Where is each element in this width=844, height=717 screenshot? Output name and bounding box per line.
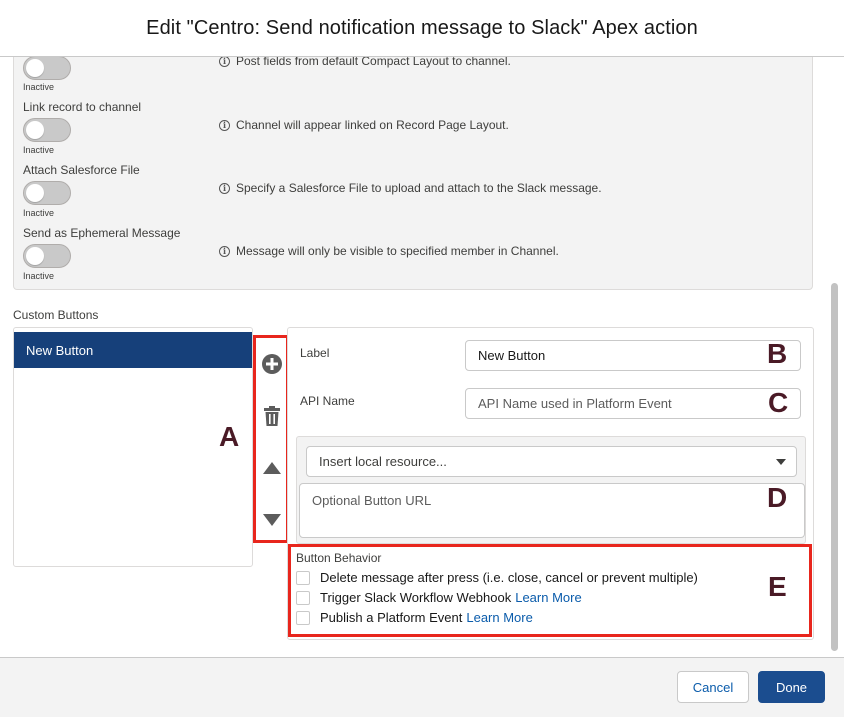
toggle-knob <box>26 184 44 202</box>
annotation-d: D <box>767 482 788 513</box>
button-url-group: Insert local resource... Optional Button… <box>296 436 806 544</box>
cancel-button[interactable]: Cancel <box>677 671 749 703</box>
label-field-label: Label <box>300 346 330 360</box>
done-button[interactable]: Done <box>758 671 825 703</box>
info-ephemeral: i Message will only be visible to specif… <box>219 244 559 258</box>
toggle-state-label: Inactive <box>23 145 55 155</box>
insert-resource-select[interactable]: Insert local resource... <box>306 446 797 477</box>
label-input[interactable]: New Button <box>465 340 801 371</box>
behavior-option-delete: Delete message after press (i.e. close, … <box>296 570 698 585</box>
ephemeral-toggle[interactable] <box>23 244 71 268</box>
annotation-c: C <box>768 387 789 418</box>
delete-message-checkbox[interactable] <box>296 570 310 585</box>
button-url-textarea[interactable]: Optional Button URL <box>299 483 805 538</box>
annotation-a: A <box>219 421 240 452</box>
toggle-state-label: Inactive <box>23 82 55 92</box>
modal-title: Edit "Centro: Send notification message … <box>146 16 698 39</box>
option-label-attach-file: Attach Salesforce File <box>23 163 140 177</box>
api-name-field-label: API Name <box>300 394 355 408</box>
move-up-icon[interactable] <box>260 456 284 480</box>
modal-footer: Cancel Done <box>0 657 844 717</box>
behavior-option-platform-event: Publish a Platform Event Learn More <box>296 610 533 625</box>
attach-file-toggle[interactable] <box>23 181 71 205</box>
info-link-record: i Channel will appear linked on Record P… <box>219 118 509 132</box>
toggle-knob <box>26 247 44 265</box>
toggle-knob <box>26 121 44 139</box>
toggle-knob <box>26 59 44 77</box>
learn-more-link[interactable]: Learn More <box>466 610 532 625</box>
compact-layout-toggle[interactable] <box>23 57 71 80</box>
add-icon[interactable] <box>260 352 284 376</box>
button-behavior-heading: Button Behavior <box>296 551 382 565</box>
info-icon: i <box>219 57 230 67</box>
option-label-link-record: Link record to channel <box>23 100 142 114</box>
trash-icon[interactable] <box>260 404 284 428</box>
custom-buttons-list: New Button <box>13 327 253 567</box>
info-icon: i <box>219 119 230 131</box>
info-icon: i <box>219 245 230 257</box>
toggle-state-label: Inactive <box>23 208 55 218</box>
info-compact-layout: i Post fields from default Compact Layou… <box>219 57 511 68</box>
option-label-ephemeral: Send as Ephemeral Message <box>23 226 181 240</box>
modal-body: Inactive i Post fields from default Comp… <box>0 57 844 657</box>
link-record-toggle[interactable] <box>23 118 71 142</box>
custom-buttons-heading: Custom Buttons <box>13 308 99 322</box>
annotation-b: B <box>767 338 788 369</box>
api-name-input[interactable]: API Name used in Platform Event <box>465 388 801 419</box>
trigger-webhook-checkbox[interactable] <box>296 590 310 605</box>
chevron-down-icon <box>776 459 786 465</box>
info-attach-file: i Specify a Salesforce File to upload an… <box>219 181 602 195</box>
info-icon: i <box>219 182 230 194</box>
annotation-e: E <box>768 571 787 602</box>
modal-header: Edit "Centro: Send notification message … <box>0 0 844 57</box>
behavior-option-webhook: Trigger Slack Workflow Webhook Learn Mor… <box>296 590 582 605</box>
list-item-new-button[interactable]: New Button <box>14 332 252 368</box>
message-options-panel: Inactive i Post fields from default Comp… <box>13 57 813 290</box>
publish-event-checkbox[interactable] <box>296 610 310 625</box>
button-tools-highlight <box>253 335 289 543</box>
toggle-state-label: Inactive <box>23 271 55 281</box>
move-down-icon[interactable] <box>260 508 284 532</box>
button-behavior-highlight: Button Behavior Delete message after pre… <box>288 544 812 637</box>
learn-more-link[interactable]: Learn More <box>515 590 581 605</box>
scrollbar-thumb[interactable] <box>831 283 838 651</box>
